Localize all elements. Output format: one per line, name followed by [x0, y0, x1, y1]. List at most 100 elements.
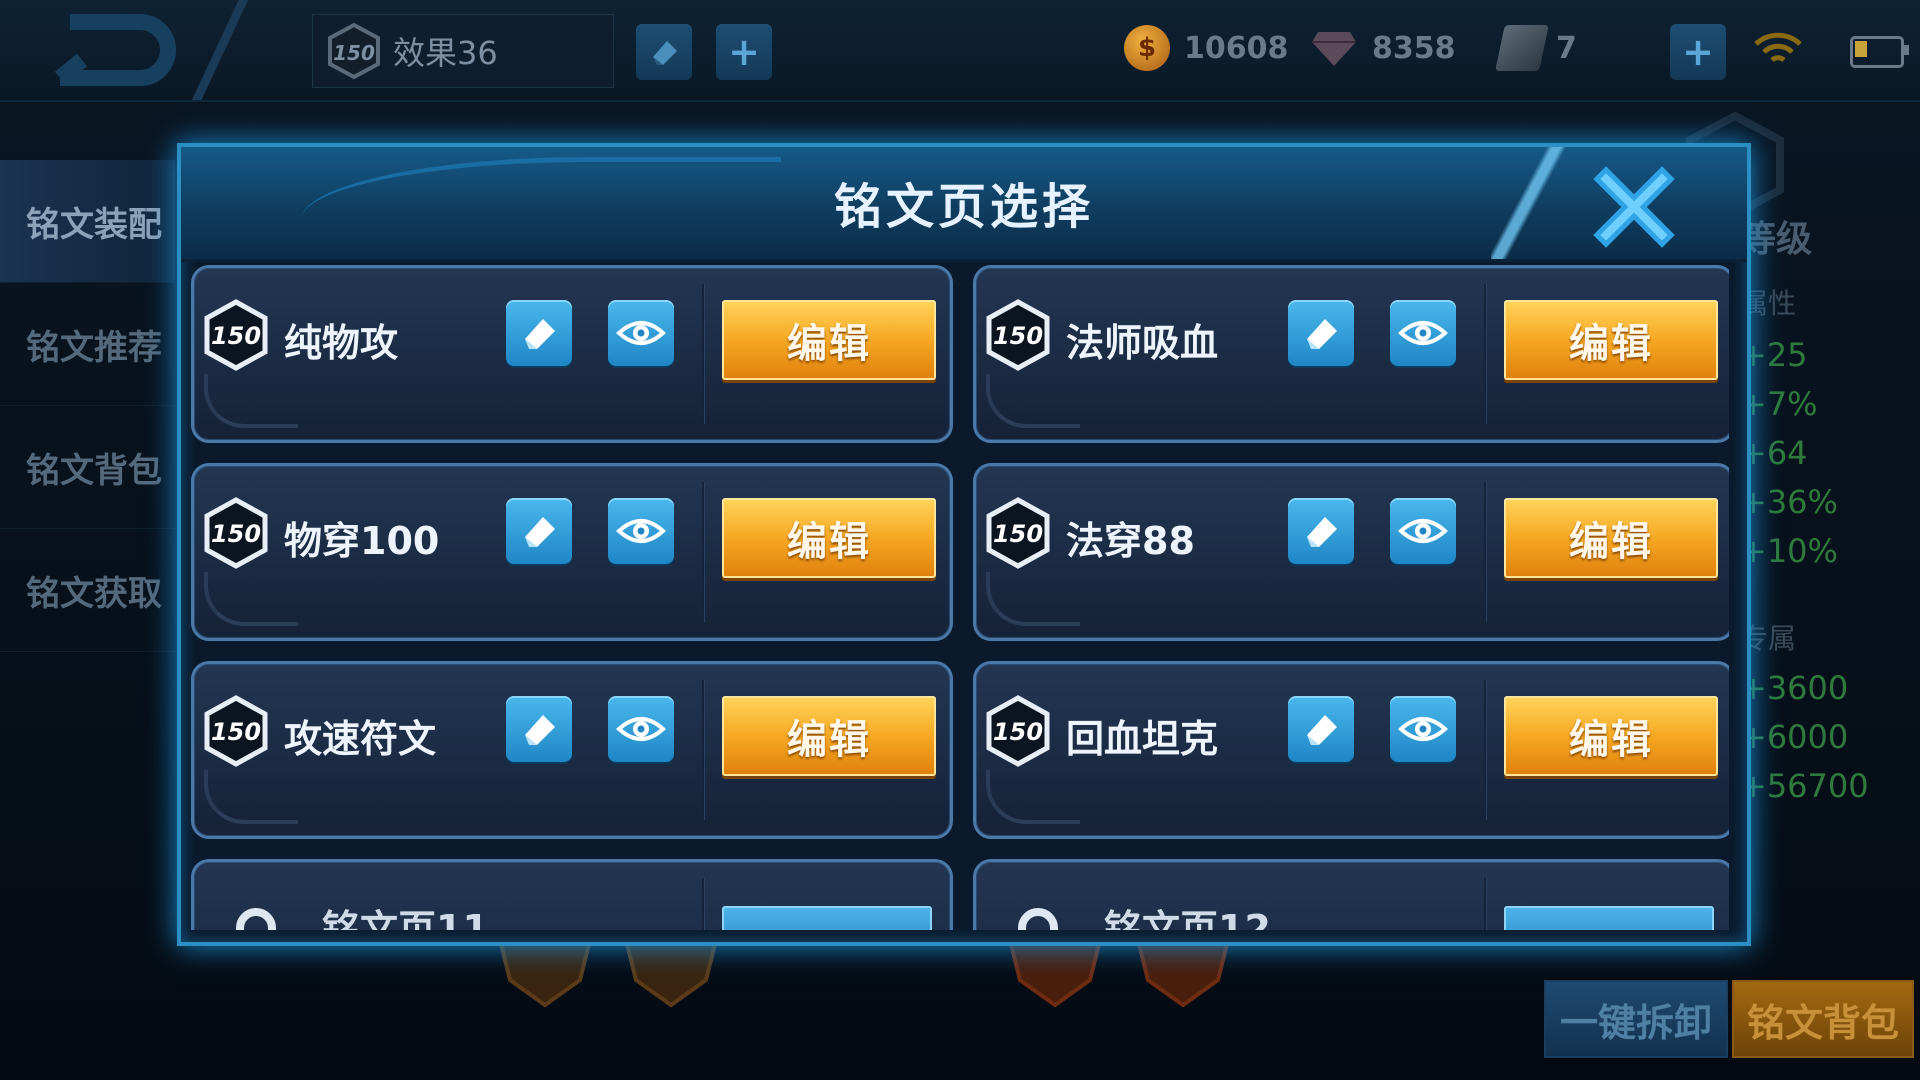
rune-page-name: 回血坦克	[1066, 717, 1219, 761]
ticket-currency: 7	[1495, 22, 1577, 74]
rename-button[interactable]	[1288, 300, 1354, 366]
card-divider	[1484, 878, 1486, 930]
side-item-obtain[interactable]: 铭文获取	[0, 529, 175, 652]
eye-icon	[616, 519, 666, 543]
edit-button[interactable]: 编辑	[722, 300, 936, 380]
eye-icon	[616, 321, 666, 345]
eraser-icon	[1307, 517, 1337, 547]
ticket-amount: 7	[1556, 30, 1577, 66]
preview-button[interactable]	[608, 498, 674, 564]
hexagon-level-icon: 150	[986, 299, 1050, 371]
rune-page-card[interactable]: 150 回血坦克 编辑	[973, 661, 1729, 839]
eraser-icon	[525, 715, 555, 745]
rune-page-select-dialog: 铭文页选择 150 纯物攻 编辑 150 法师吸血 编辑 150 物穿100 编…	[177, 143, 1751, 946]
side-menu: 铭文装配 铭文推荐 铭文背包 铭文获取	[0, 160, 175, 652]
stat-value: +7%	[1740, 385, 1818, 423]
card-divider	[702, 878, 704, 930]
rune-page-name: 物穿100	[284, 519, 440, 563]
back-arrow-icon[interactable]	[30, 10, 180, 90]
rune-bag-button[interactable]: 铭文背包	[1732, 980, 1914, 1058]
lock-icon	[1018, 908, 1058, 930]
preview-button[interactable]	[1390, 696, 1456, 762]
unload-all-button[interactable]: 一键拆卸	[1544, 980, 1728, 1058]
preview-button[interactable]	[1390, 300, 1456, 366]
card-divider	[702, 680, 704, 820]
dialog-header: 铭文页选择	[181, 147, 1747, 262]
rune-page-name: 铭文页11	[322, 907, 489, 930]
rune-page-name: 法穿88	[1066, 519, 1195, 563]
stat-value: +64	[1740, 434, 1808, 472]
card-divider	[702, 482, 704, 622]
rename-button[interactable]	[636, 24, 692, 80]
rune-page-card[interactable]: 150 纯物攻 编辑	[191, 265, 953, 443]
plus-icon: +	[1682, 30, 1714, 74]
rune-page-card[interactable]: 150 法穿88 编辑	[973, 463, 1729, 641]
attribute-subtitle: 属性	[1740, 287, 1797, 320]
diamond-amount: 8358	[1372, 30, 1456, 66]
svg-text:150: 150	[993, 520, 1043, 548]
rune-page-card[interactable]: 150 法师吸血 编辑	[973, 265, 1729, 443]
preview-button[interactable]	[608, 696, 674, 762]
rune-page-name: 法师吸血	[1066, 321, 1219, 365]
gold-amount: 10608	[1184, 30, 1289, 66]
eye-icon	[1398, 717, 1448, 741]
unlock-button[interactable]: 解锁	[722, 906, 932, 930]
rune-page-grid: 150 纯物攻 编辑 150 法师吸血 编辑 150 物穿100 编辑 150 …	[191, 265, 1729, 930]
card-divider	[1484, 284, 1486, 424]
rename-button[interactable]	[1288, 498, 1354, 564]
eraser-icon	[1307, 715, 1337, 745]
current-page-label: 效果36	[393, 34, 498, 72]
side-item-bag[interactable]: 铭文背包	[0, 406, 175, 529]
eye-icon	[1398, 321, 1448, 345]
gold-currency: $ 10608	[1124, 22, 1288, 74]
close-icon[interactable]	[1592, 165, 1676, 249]
rune-page-card[interactable]: 150 攻速符文 编辑	[191, 661, 953, 839]
preview-button[interactable]	[608, 300, 674, 366]
edit-button[interactable]: 编辑	[1504, 300, 1718, 380]
rename-button[interactable]	[506, 300, 572, 366]
eraser-icon	[525, 319, 555, 349]
hexagon-level-icon: 150	[328, 22, 380, 80]
svg-text:150: 150	[211, 520, 261, 548]
card-divider	[702, 284, 704, 424]
rune-page-card[interactable]: 150 物穿100 编辑	[191, 463, 953, 641]
diamond-icon	[1312, 32, 1356, 66]
eraser-icon	[653, 41, 677, 65]
rename-button[interactable]	[506, 696, 572, 762]
stat-value: +56700	[1740, 767, 1869, 805]
battery-icon	[1850, 36, 1909, 68]
edit-button[interactable]: 编辑	[722, 696, 936, 776]
stat-value: +10%	[1740, 532, 1838, 570]
gold-coin-icon: $	[1124, 25, 1170, 71]
svg-text:150: 150	[993, 322, 1043, 350]
rename-button[interactable]	[1288, 696, 1354, 762]
eraser-icon	[525, 517, 555, 547]
topup-button[interactable]: +	[1670, 24, 1726, 80]
edit-button[interactable]: 编辑	[1504, 696, 1718, 776]
level-title: 等级	[1740, 219, 1813, 260]
rename-button[interactable]	[506, 498, 572, 564]
locked-rune-page-card[interactable]: 铭文页12 解锁	[973, 859, 1729, 930]
ticket-icon	[1495, 25, 1549, 71]
eye-icon	[1398, 519, 1448, 543]
svg-text:150: 150	[333, 41, 375, 65]
unlock-button[interactable]: 解锁	[1504, 906, 1714, 930]
hexagon-level-icon: 150	[204, 695, 268, 767]
dialog-title: 铭文页选择	[833, 179, 1094, 235]
stat-value: +6000	[1740, 718, 1849, 756]
edit-button[interactable]: 编辑	[1504, 498, 1718, 578]
preview-button[interactable]	[1390, 498, 1456, 564]
top-bar: 150 效果36 + $ 10608 8358 7 +	[0, 0, 1920, 102]
edit-button[interactable]: 编辑	[722, 498, 936, 578]
diamond-currency: 8358	[1310, 22, 1456, 74]
side-item-equip[interactable]: 铭文装配	[0, 160, 175, 283]
add-page-button[interactable]: +	[716, 24, 772, 80]
current-page-chip[interactable]: 150 效果36	[312, 14, 614, 88]
rune-page-name: 铭文页12	[1104, 907, 1271, 930]
eye-icon	[616, 717, 666, 741]
locked-rune-page-card[interactable]: 铭文页11 解锁	[191, 859, 953, 930]
attribute-panel: 等级 属性 +25 +7% +64 +36% +10% 专属 +3600 +60…	[1740, 210, 1920, 816]
svg-text:150: 150	[211, 322, 261, 350]
side-item-recommend[interactable]: 铭文推荐	[0, 283, 175, 406]
hexagon-level-icon: 150	[204, 299, 268, 371]
